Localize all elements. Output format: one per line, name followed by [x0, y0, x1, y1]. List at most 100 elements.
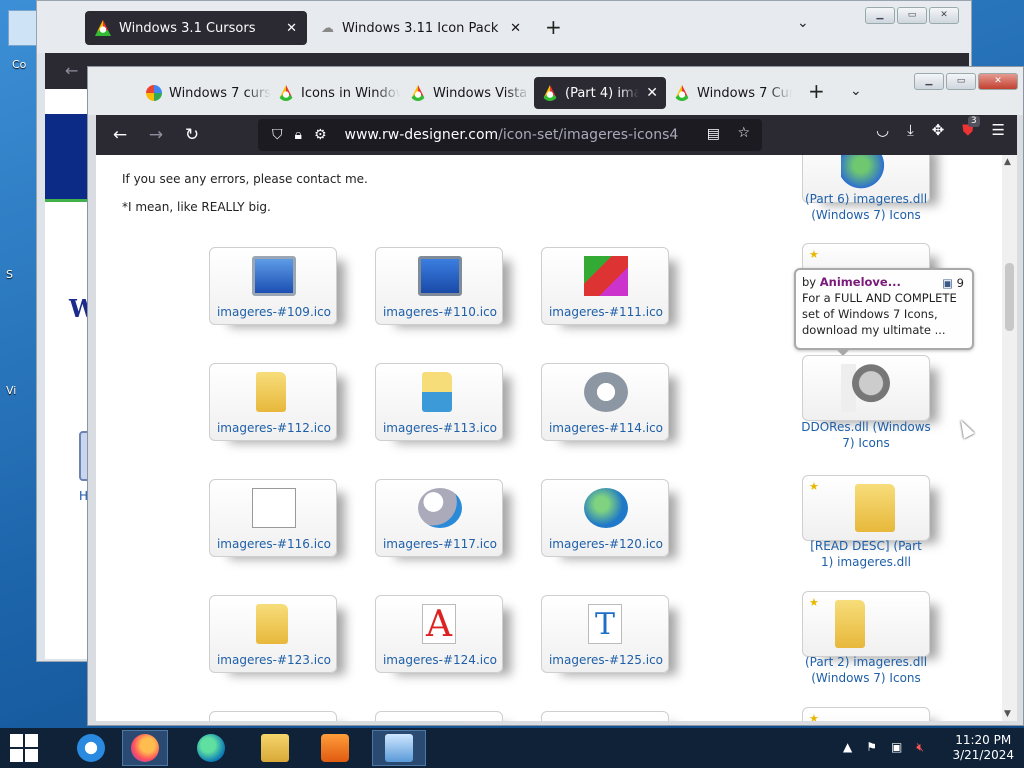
minimize-button[interactable]: ▁	[865, 7, 895, 24]
sidebar-link-line: DDORes.dll (Windows	[801, 420, 931, 434]
sidebar-card[interactable]: ★	[802, 591, 930, 657]
icon-card[interactable]	[541, 711, 669, 721]
forward-arrow-icon[interactable]: →	[144, 123, 168, 147]
icon-label[interactable]: imageres-#116.ico	[210, 537, 338, 551]
new-tab-icon[interactable]: +	[808, 79, 825, 103]
scroll-down-icon[interactable]: ▼	[1004, 709, 1011, 719]
scrollbar-thumb[interactable]	[1005, 263, 1014, 331]
back-arrow-icon[interactable]: ←	[65, 61, 78, 80]
tab-icons-in-windows[interactable]: Icons in Window	[278, 77, 400, 109]
star-icon: ★	[809, 480, 819, 493]
icon-card[interactable]: imageres-#111.ico	[541, 247, 669, 325]
close-tab-icon[interactable]: ✕	[286, 21, 297, 36]
close-button[interactable]: ✕	[978, 73, 1018, 90]
icon-label[interactable]: imageres-#123.ico	[210, 653, 338, 667]
icon-card[interactable]: imageres-#109.ico	[209, 247, 337, 325]
firefox-icon[interactable]	[122, 730, 168, 766]
media-player-icon[interactable]	[312, 730, 358, 766]
icon-label[interactable]: imageres-#110.ico	[376, 305, 504, 319]
icon-card[interactable]: imageres-#116.ico	[209, 479, 337, 557]
chevron-down-icon[interactable]: ⌄	[850, 83, 862, 99]
icon-card[interactable]: imageres-#113.ico	[375, 363, 503, 441]
background-tab[interactable]: ☁ Windows 3.11 Icon Pack ✕	[317, 11, 527, 45]
sidebar-card[interactable]: ★	[802, 707, 930, 721]
chevron-down-icon[interactable]: ⌄	[797, 15, 809, 31]
sidebar-link[interactable]: DDORes.dll (Windows 7) Icons	[796, 419, 936, 451]
sidebar-link[interactable]: (Part 2) imageres.dll (Windows 7) Icons	[796, 654, 936, 686]
icon-card[interactable]: A imageres-#124.ico	[375, 595, 503, 673]
maximize-button[interactable]: ▭	[946, 73, 976, 90]
close-tab-icon[interactable]: ✕	[646, 85, 658, 101]
back-arrow-icon[interactable]: ←	[108, 123, 132, 147]
tab-part4-imageres[interactable]: (Part 4) image ✕	[534, 77, 666, 109]
flag-icon[interactable]: ⚑	[866, 740, 877, 755]
vertical-scrollbar[interactable]: ▲ ▼	[1002, 155, 1017, 721]
download-icon[interactable]: ⤓	[907, 121, 914, 139]
icon-card[interactable]: imageres-#110.ico	[375, 247, 503, 325]
start-button[interactable]	[10, 734, 38, 762]
minimize-button[interactable]: ▁	[914, 73, 944, 90]
ublock-icon[interactable]: ⛊ 3	[962, 116, 980, 139]
url-bar[interactable]: ⛉ 🔒︎ ⚙ www.rw-designer.com/icon-set/imag…	[258, 119, 762, 151]
shield-icon[interactable]: ⛉	[272, 127, 283, 143]
edge-icon[interactable]	[188, 730, 234, 766]
menu-icon[interactable]: ☰	[992, 121, 1005, 139]
background-tab-active[interactable]: Windows 3.1 Cursors ✕	[85, 11, 307, 45]
desktop-icon[interactable]	[8, 10, 38, 46]
new-tab-icon[interactable]: +	[545, 15, 562, 39]
icon-card[interactable]: imageres-#112.ico	[209, 363, 337, 441]
icon-label[interactable]: imageres-#125.ico	[542, 653, 670, 667]
sidebar-link[interactable]: (Part 6) imageres.dll (Windows 7) Icons	[796, 191, 936, 223]
volume-muted-icon[interactable]: 🔇︎	[916, 740, 924, 755]
tab-windows7-cursors-2[interactable]: Windows 7 Curs	[674, 77, 792, 109]
clock[interactable]: 11:20 PM 3/21/2024	[952, 733, 1014, 763]
scroll-up-icon[interactable]: ▲	[1004, 157, 1011, 167]
extensions-icon[interactable]: ✥	[932, 121, 945, 139]
tooltip-description: For a FULL AND COMPLETE set of Windows 7…	[802, 291, 957, 337]
icon-card[interactable]	[209, 711, 337, 721]
tray-expand-icon[interactable]: ▲	[843, 740, 852, 755]
sidebar-link[interactable]: [READ DESC] (Part 1) imageres.dll	[796, 538, 936, 570]
icon-card[interactable]: imageres-#123.ico	[209, 595, 337, 673]
tab-windows-vista[interactable]: Windows Vista C	[410, 77, 530, 109]
browser-window[interactable]: Windows 7 curso Icons in Window Windows …	[87, 66, 1024, 726]
icon-card[interactable]: imageres-#114.ico	[541, 363, 669, 441]
icon-card[interactable]: imageres-#120.ico	[541, 479, 669, 557]
icon-label[interactable]: imageres-#117.ico	[376, 537, 504, 551]
permissions-icon[interactable]: ⚙	[314, 127, 327, 143]
maximize-button[interactable]: ▭	[897, 7, 927, 24]
icon-label[interactable]: imageres-#112.ico	[210, 421, 338, 435]
clock-time: 11:20 PM	[955, 733, 1012, 747]
sidebar-link-line: 1) imageres.dll	[821, 555, 911, 569]
url-path: /icon-set/imageres-icons4	[498, 127, 679, 143]
icon-card[interactable]: T imageres-#125.ico	[541, 595, 669, 673]
control-panel-icon[interactable]	[372, 730, 426, 766]
icon-card[interactable]	[375, 711, 503, 721]
close-tab-icon[interactable]: ✕	[510, 21, 521, 36]
rw-favicon-icon	[410, 85, 426, 101]
icon-card[interactable]: imageres-#117.ico	[375, 479, 503, 557]
pocket-icon[interactable]: ◡	[876, 121, 889, 139]
reader-view-icon[interactable]: ▤	[707, 126, 720, 142]
folder-icon	[855, 484, 895, 532]
reload-icon[interactable]: ↻	[180, 123, 204, 147]
lock-icon[interactable]: 🔒︎	[295, 127, 302, 143]
icon-label[interactable]: imageres-#113.ico	[376, 421, 504, 435]
url-text[interactable]: www.rw-designer.com/icon-set/imageres-ic…	[345, 127, 679, 143]
bookmark-star-icon[interactable]: ☆	[737, 125, 750, 141]
tooltip-author[interactable]: Animelove...	[820, 275, 901, 289]
icon-label[interactable]: imageres-#109.ico	[210, 305, 338, 319]
icon-label[interactable]: imageres-#114.ico	[542, 421, 670, 435]
tab-title: Windows 7 curso	[169, 85, 271, 101]
icon-label[interactable]: imageres-#120.ico	[542, 537, 670, 551]
icon-label[interactable]: imageres-#124.ico	[376, 653, 504, 667]
icon-label[interactable]: imageres-#111.ico	[542, 305, 670, 319]
internet-explorer-icon[interactable]	[68, 730, 114, 766]
file-explorer-icon[interactable]	[252, 730, 298, 766]
sidebar-card[interactable]	[802, 355, 930, 421]
close-button[interactable]: ✕	[929, 7, 959, 24]
network-icon[interactable]: ▣	[891, 740, 902, 755]
sidebar-card[interactable]: ★	[802, 475, 930, 541]
tab-windows7-cursors[interactable]: Windows 7 curso	[146, 77, 271, 109]
tab-title: Windows 3.11 Icon Pack	[342, 20, 499, 36]
